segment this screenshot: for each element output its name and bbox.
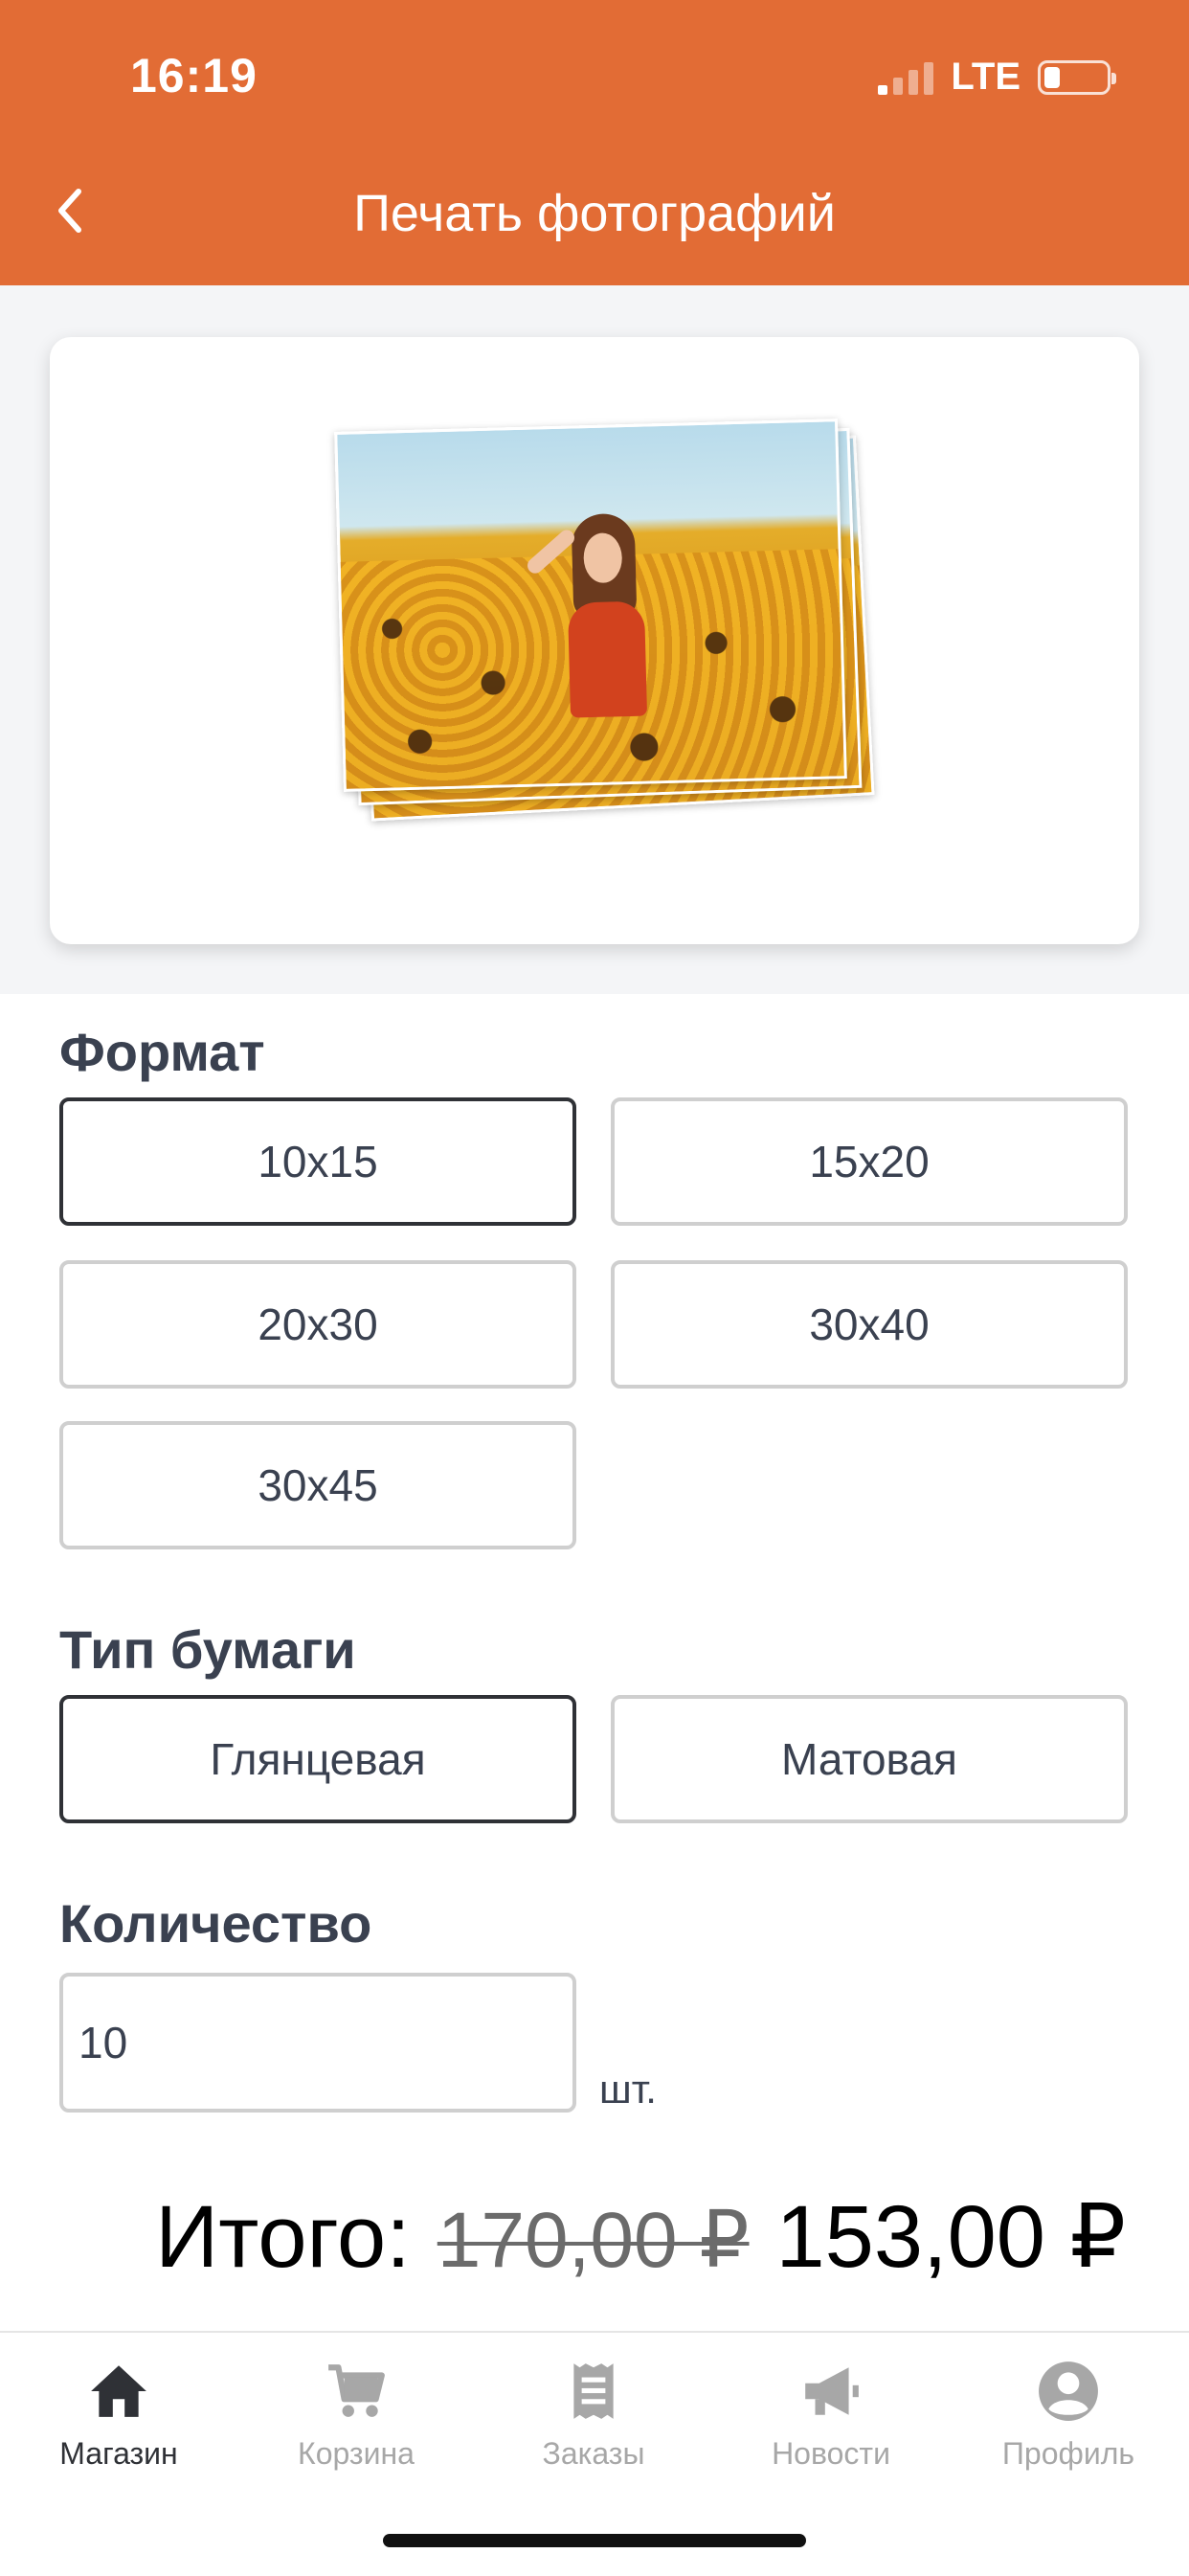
tab-news[interactable]: Новости (735, 2360, 927, 2472)
receipt-icon (573, 2363, 614, 2419)
tab-shop[interactable]: Магазин (23, 2360, 214, 2472)
format-option-30x45[interactable]: 30x45 (59, 1421, 576, 1549)
quantity-input[interactable] (59, 1973, 576, 2113)
tab-cart[interactable]: Корзина (260, 2360, 452, 2472)
status-indicators: LTE (878, 56, 1116, 99)
app-header: 16:19 LTE Печать фотографий (0, 0, 1189, 285)
preview-card (50, 337, 1139, 944)
megaphone-icon (805, 2367, 859, 2415)
total-row: Итого: 170,00 ₽ 153,00 ₽ (155, 2185, 1126, 2288)
tab-label: Новости (772, 2436, 890, 2471)
quantity-unit: шт. (599, 2067, 657, 2112)
page-title: Печать фотографий (353, 185, 836, 242)
quantity-title: Количество (59, 1893, 372, 1954)
format-option-20x30[interactable]: 20x30 (59, 1260, 576, 1389)
paper-option-glossy[interactable]: Глянцевая (59, 1695, 576, 1823)
tab-label: Профиль (1001, 2436, 1135, 2471)
tab-orders[interactable]: Заказы (498, 2360, 689, 2472)
network-label: LTE (951, 56, 1021, 98)
tab-label: Корзина (298, 2436, 415, 2471)
format-option-15x20[interactable]: 15x20 (611, 1097, 1128, 1226)
total-label: Итого: (155, 2188, 411, 2286)
home-icon (91, 2365, 146, 2417)
status-time: 16:19 (130, 49, 258, 102)
cart-icon (328, 2364, 385, 2417)
tab-label: Магазин (59, 2436, 178, 2471)
format-option-30x40[interactable]: 30x40 (611, 1260, 1128, 1389)
format-option-10x15[interactable]: 10x15 (59, 1097, 576, 1226)
photo-stack-image (324, 418, 917, 852)
profile-icon (1039, 2361, 1098, 2421)
paper-option-matte[interactable]: Матовая (611, 1695, 1128, 1823)
battery-icon (1038, 59, 1116, 95)
tab-profile[interactable]: Профиль (973, 2360, 1164, 2472)
home-indicator (383, 2534, 806, 2547)
tab-label: Заказы (542, 2436, 645, 2471)
total-price: 153,00 ₽ (775, 2188, 1126, 2286)
paper-type-title: Тип бумаги (59, 1619, 356, 1680)
format-title: Формат (59, 1022, 265, 1082)
old-price: 170,00 ₽ (437, 2197, 750, 2284)
signal-icon (878, 60, 934, 95)
